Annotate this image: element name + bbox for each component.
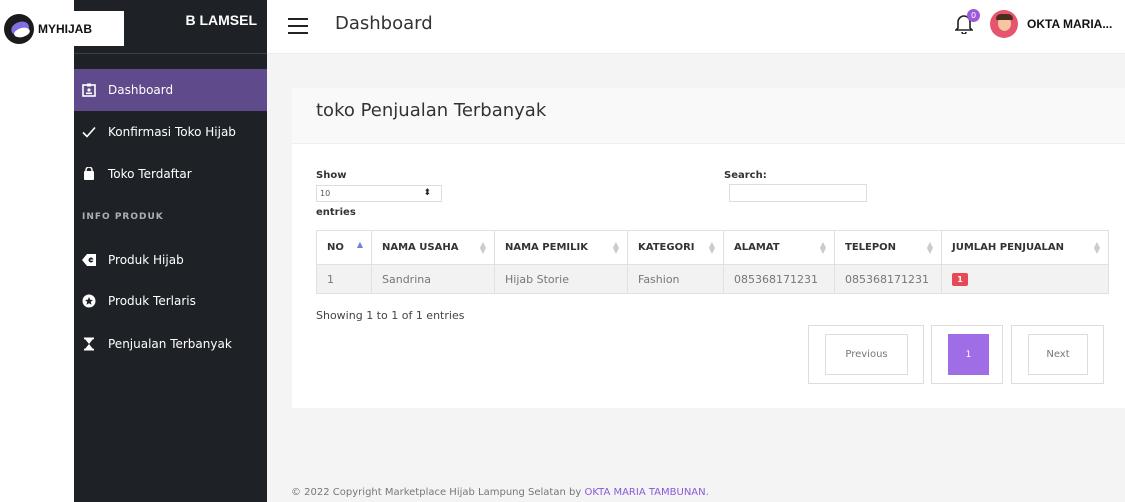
sidebar-item-label: Toko Terdaftar [108, 167, 192, 181]
table-info: Showing 1 to 1 of 1 entries [316, 309, 465, 322]
sales-card: toko Penjualan Terbanyak Show 10 ⬍ entri… [292, 88, 1125, 408]
id-card-icon [82, 83, 96, 97]
sales-count-badge: 1 [952, 273, 968, 286]
star-badge-icon [82, 294, 96, 308]
sidebar-item-toko-terdaftar[interactable]: Toko Terdaftar [74, 153, 267, 195]
next-button[interactable]: Next [1028, 334, 1088, 375]
entries-label: entries [316, 207, 356, 218]
card-title: toko Penjualan Terbanyak [316, 100, 547, 121]
column-header-nama-usaha[interactable]: NAMA USAHA ▲ ▼ [371, 230, 495, 265]
sort-asc-icon: ▲ [356, 240, 363, 249]
show-label: Show [316, 170, 347, 181]
sort-icon: ▲ ▼ [612, 240, 619, 255]
select-arrows-icon: ⬍ [423, 188, 431, 198]
product-icon [82, 253, 96, 267]
sidebar-category: INFO PRODUK [82, 212, 164, 222]
sort-icon: ▲ ▼ [708, 240, 715, 255]
entries-select[interactable]: 10 ⬍ [316, 185, 442, 202]
cell-nama-pemilik: Hijab Storie [494, 264, 628, 294]
sidebar-item-produk-hijab[interactable]: Produk Hijab [74, 239, 267, 281]
sort-icon: ▲ ▼ [819, 240, 826, 255]
topbar: Dashboard 0 OKTA MARIA... [267, 0, 1125, 54]
brand-logo-icon [4, 13, 34, 44]
avatar[interactable] [990, 10, 1018, 38]
footer-author-link[interactable]: OKTA MARIA TAMBUNAN. [584, 487, 708, 498]
sidebar-item-label: Produk Terlaris [108, 294, 196, 308]
sidebar-item-penjualan-terbanyak[interactable]: Penjualan Terbanyak [74, 323, 267, 365]
cell-alamat: 085368171231 [723, 264, 835, 294]
sidebar-item-dashboard[interactable]: Dashboard [74, 69, 267, 111]
pagination-next-wrapper: Next [1011, 325, 1104, 384]
main-content: toko Penjualan Terbanyak Show 10 ⬍ entri… [267, 54, 1125, 502]
user-name[interactable]: OKTA MARIA... [1027, 17, 1112, 31]
search-input[interactable] [729, 184, 867, 202]
page-title: Dashboard [335, 13, 433, 34]
brand-logo[interactable]: MYHIJAB [0, 11, 124, 46]
menu-toggle-icon[interactable] [288, 18, 308, 34]
sidebar-item-label: Produk Hijab [108, 253, 184, 267]
cell-kategori: Fashion [627, 264, 724, 294]
column-header-jumlah-penjualan[interactable]: JUMLAH PENJUALAN ▲ ▼ [941, 230, 1109, 265]
sort-icon: ▲ ▼ [926, 240, 933, 255]
card-header: toko Penjualan Terbanyak [292, 88, 1125, 144]
sales-table: NO ▲ NAMA USAHA ▲ ▼ NAMA PEMILIK ▲ ▼ KATEGORI… [316, 230, 1109, 294]
page-1-button[interactable]: 1 [948, 334, 989, 375]
cell-jumlah-penjualan: 1 [941, 264, 1109, 294]
check-icon [82, 125, 96, 139]
sidebar-item-label: Konfirmasi Toko Hijab [108, 125, 236, 139]
column-header-nama-pemilik[interactable]: NAMA PEMILIK ▲ ▼ [494, 230, 628, 265]
previous-button[interactable]: Previous [825, 334, 908, 375]
sidebar-title: B LAMSEL [185, 12, 257, 28]
sidebar-item-konfirmasi-toko[interactable]: Konfirmasi Toko Hijab [74, 111, 267, 153]
column-header-no[interactable]: NO ▲ [316, 230, 372, 265]
sidebar-item-produk-terlaris[interactable]: Produk Terlaris [74, 280, 267, 322]
footer: © 2022 Copyright Marketplace Hijab Lampu… [291, 487, 709, 498]
footer-text: © 2022 Copyright Marketplace Hijab Lampu… [291, 487, 585, 498]
column-header-kategori[interactable]: KATEGORI ▲ ▼ [627, 230, 724, 265]
sidebar-item-label: Penjualan Terbanyak [108, 337, 232, 351]
cell-telepon: 085368171231 [834, 264, 942, 294]
hourglass-icon [82, 337, 96, 351]
pagination-page-wrapper: 1 [931, 325, 1003, 384]
sort-icon: ▲ ▼ [479, 240, 486, 255]
notification-button[interactable]: 0 [955, 9, 980, 36]
brand-name: MYHIJAB [38, 21, 93, 36]
pagination-previous-wrapper: Previous [808, 325, 924, 384]
search-label: Search: [724, 170, 767, 181]
notification-badge: 0 [967, 9, 980, 22]
column-header-alamat[interactable]: ALAMAT ▲ ▼ [723, 230, 835, 265]
sidebar-item-label: Dashboard [108, 83, 174, 97]
entries-select-value: 10 [320, 189, 331, 198]
table-header-row: NO ▲ NAMA USAHA ▲ ▼ NAMA PEMILIK ▲ ▼ KATEGORI… [316, 230, 1109, 265]
sort-icon: ▲ ▼ [1093, 240, 1100, 255]
column-header-telepon[interactable]: TELEPON ▲ ▼ [834, 230, 942, 265]
cell-nama-usaha: Sandrina [371, 264, 495, 294]
sidebar: B LAMSEL Dashboard Konfirmasi Toko Hijab… [74, 0, 267, 502]
table-row: 1 Sandrina Hijab Storie Fashion 08536817… [316, 264, 1109, 294]
cell-no: 1 [316, 264, 372, 294]
shopping-bag-icon [82, 167, 96, 181]
